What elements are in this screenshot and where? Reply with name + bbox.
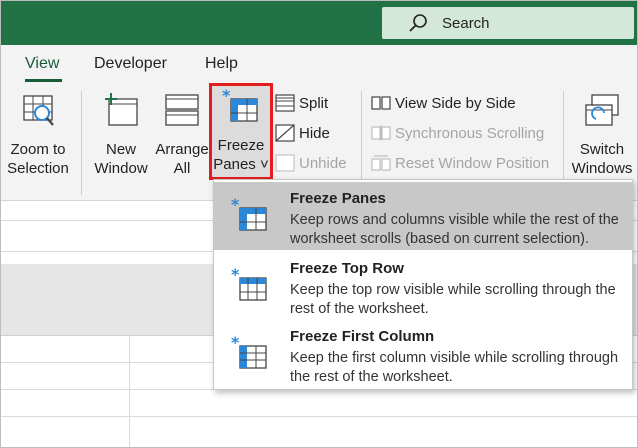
search-placeholder: Search [442, 14, 490, 32]
search-icon [408, 13, 428, 33]
new-window-button[interactable]: New Window [91, 93, 151, 178]
active-tab-indicator [25, 79, 62, 82]
gridline [1, 416, 637, 417]
menu-item-freeze-top-row[interactable]: * Freeze Top Row Keep the top row visibl… [214, 252, 632, 320]
menu-item-description: Keep the top row visible while scrolling… [290, 282, 616, 317]
split-button[interactable]: Split [275, 92, 328, 114]
split-icon [275, 94, 295, 112]
zoom-to-selection-button[interactable]: Zoom to Selection [5, 93, 71, 178]
menu-item-title: Freeze Top Row [290, 260, 404, 277]
switch-windows-icon [569, 93, 635, 134]
svg-text:*: * [222, 89, 231, 105]
new-window-label-2: Window [94, 160, 148, 177]
menu-item-freeze-panes[interactable]: * Freeze Panes Keep rows and columns vis… [214, 182, 632, 250]
freeze-panes-label-1: Freeze [217, 137, 265, 154]
switch-windows-label-2: Windows [571, 160, 633, 177]
synchronous-scrolling-icon [371, 125, 391, 141]
svg-text:*: * [231, 334, 240, 352]
arrange-all-icon [153, 93, 211, 134]
view-side-by-side-button[interactable]: View Side by Side [371, 92, 516, 114]
switch-windows-label-1: Switch [579, 141, 625, 158]
hide-icon [275, 124, 295, 142]
svg-text:*: * [231, 266, 240, 284]
menu-item-description: Keep rows and columns visible while the … [290, 212, 619, 247]
reset-window-position-icon [371, 155, 391, 171]
excel-window: Search View Developer Help Zoom to Selec… [0, 0, 638, 448]
menu-item-title: Freeze First Column [290, 328, 435, 345]
view-side-by-side-label: View Side by Side [395, 94, 516, 112]
ribbon-separator [81, 91, 82, 195]
freeze-first-column-icon: * [230, 333, 270, 374]
synchronous-scrolling-label: Synchronous Scrolling [395, 124, 545, 142]
freeze-panes-menu: * Freeze Panes Keep rows and columns vis… [213, 179, 633, 390]
new-window-label-1: New [105, 141, 136, 158]
menu-item-title: Freeze Panes [290, 190, 386, 207]
unhide-label: Unhide [299, 154, 347, 172]
freeze-panes-icon: * [212, 86, 270, 130]
hide-label: Hide [299, 124, 330, 142]
search-box[interactable]: Search [382, 7, 634, 39]
menu-item-freeze-first-column[interactable]: * Freeze First Column Keep the first col… [214, 320, 632, 388]
svg-text:*: * [231, 196, 240, 214]
freeze-top-row-icon: * [230, 265, 270, 306]
menu-item-description: Keep the first column visible while scro… [290, 350, 619, 385]
arrange-all-label-2: All [173, 160, 191, 177]
gridline [129, 336, 130, 447]
tab-view[interactable]: View [25, 55, 59, 73]
switch-windows-button[interactable]: Switch Windows [569, 93, 635, 178]
unhide-button: Unhide [275, 152, 347, 174]
hide-button[interactable]: Hide [275, 122, 330, 144]
arrange-all-label-1: Arrange [155, 141, 209, 158]
tab-help[interactable]: Help [205, 55, 238, 73]
reset-window-position-label: Reset Window Position [395, 154, 550, 172]
tab-developer[interactable]: Developer [94, 55, 167, 73]
arrange-all-button[interactable]: Arrange All [153, 93, 211, 178]
split-label: Split [299, 94, 329, 112]
zoom-to-selection-icon [5, 93, 71, 134]
zoom-to-selection-label-1: Zoom to [10, 141, 66, 158]
synchronous-scrolling-button: Synchronous Scrolling [371, 122, 544, 144]
freeze-panes-icon: * [230, 195, 270, 236]
reset-window-position-button: Reset Window Position [371, 152, 549, 174]
view-side-by-side-icon [371, 96, 391, 110]
freeze-panes-button-content[interactable]: * Freeze Panes ˅ [212, 86, 270, 174]
ribbon-tabs: View Developer Help [1, 45, 637, 83]
title-bar: Search [1, 1, 637, 45]
new-window-icon [91, 93, 151, 134]
unhide-icon [275, 154, 295, 172]
freeze-panes-label-2: Panes ˅ [213, 156, 269, 173]
zoom-to-selection-label-2: Selection [7, 160, 69, 177]
